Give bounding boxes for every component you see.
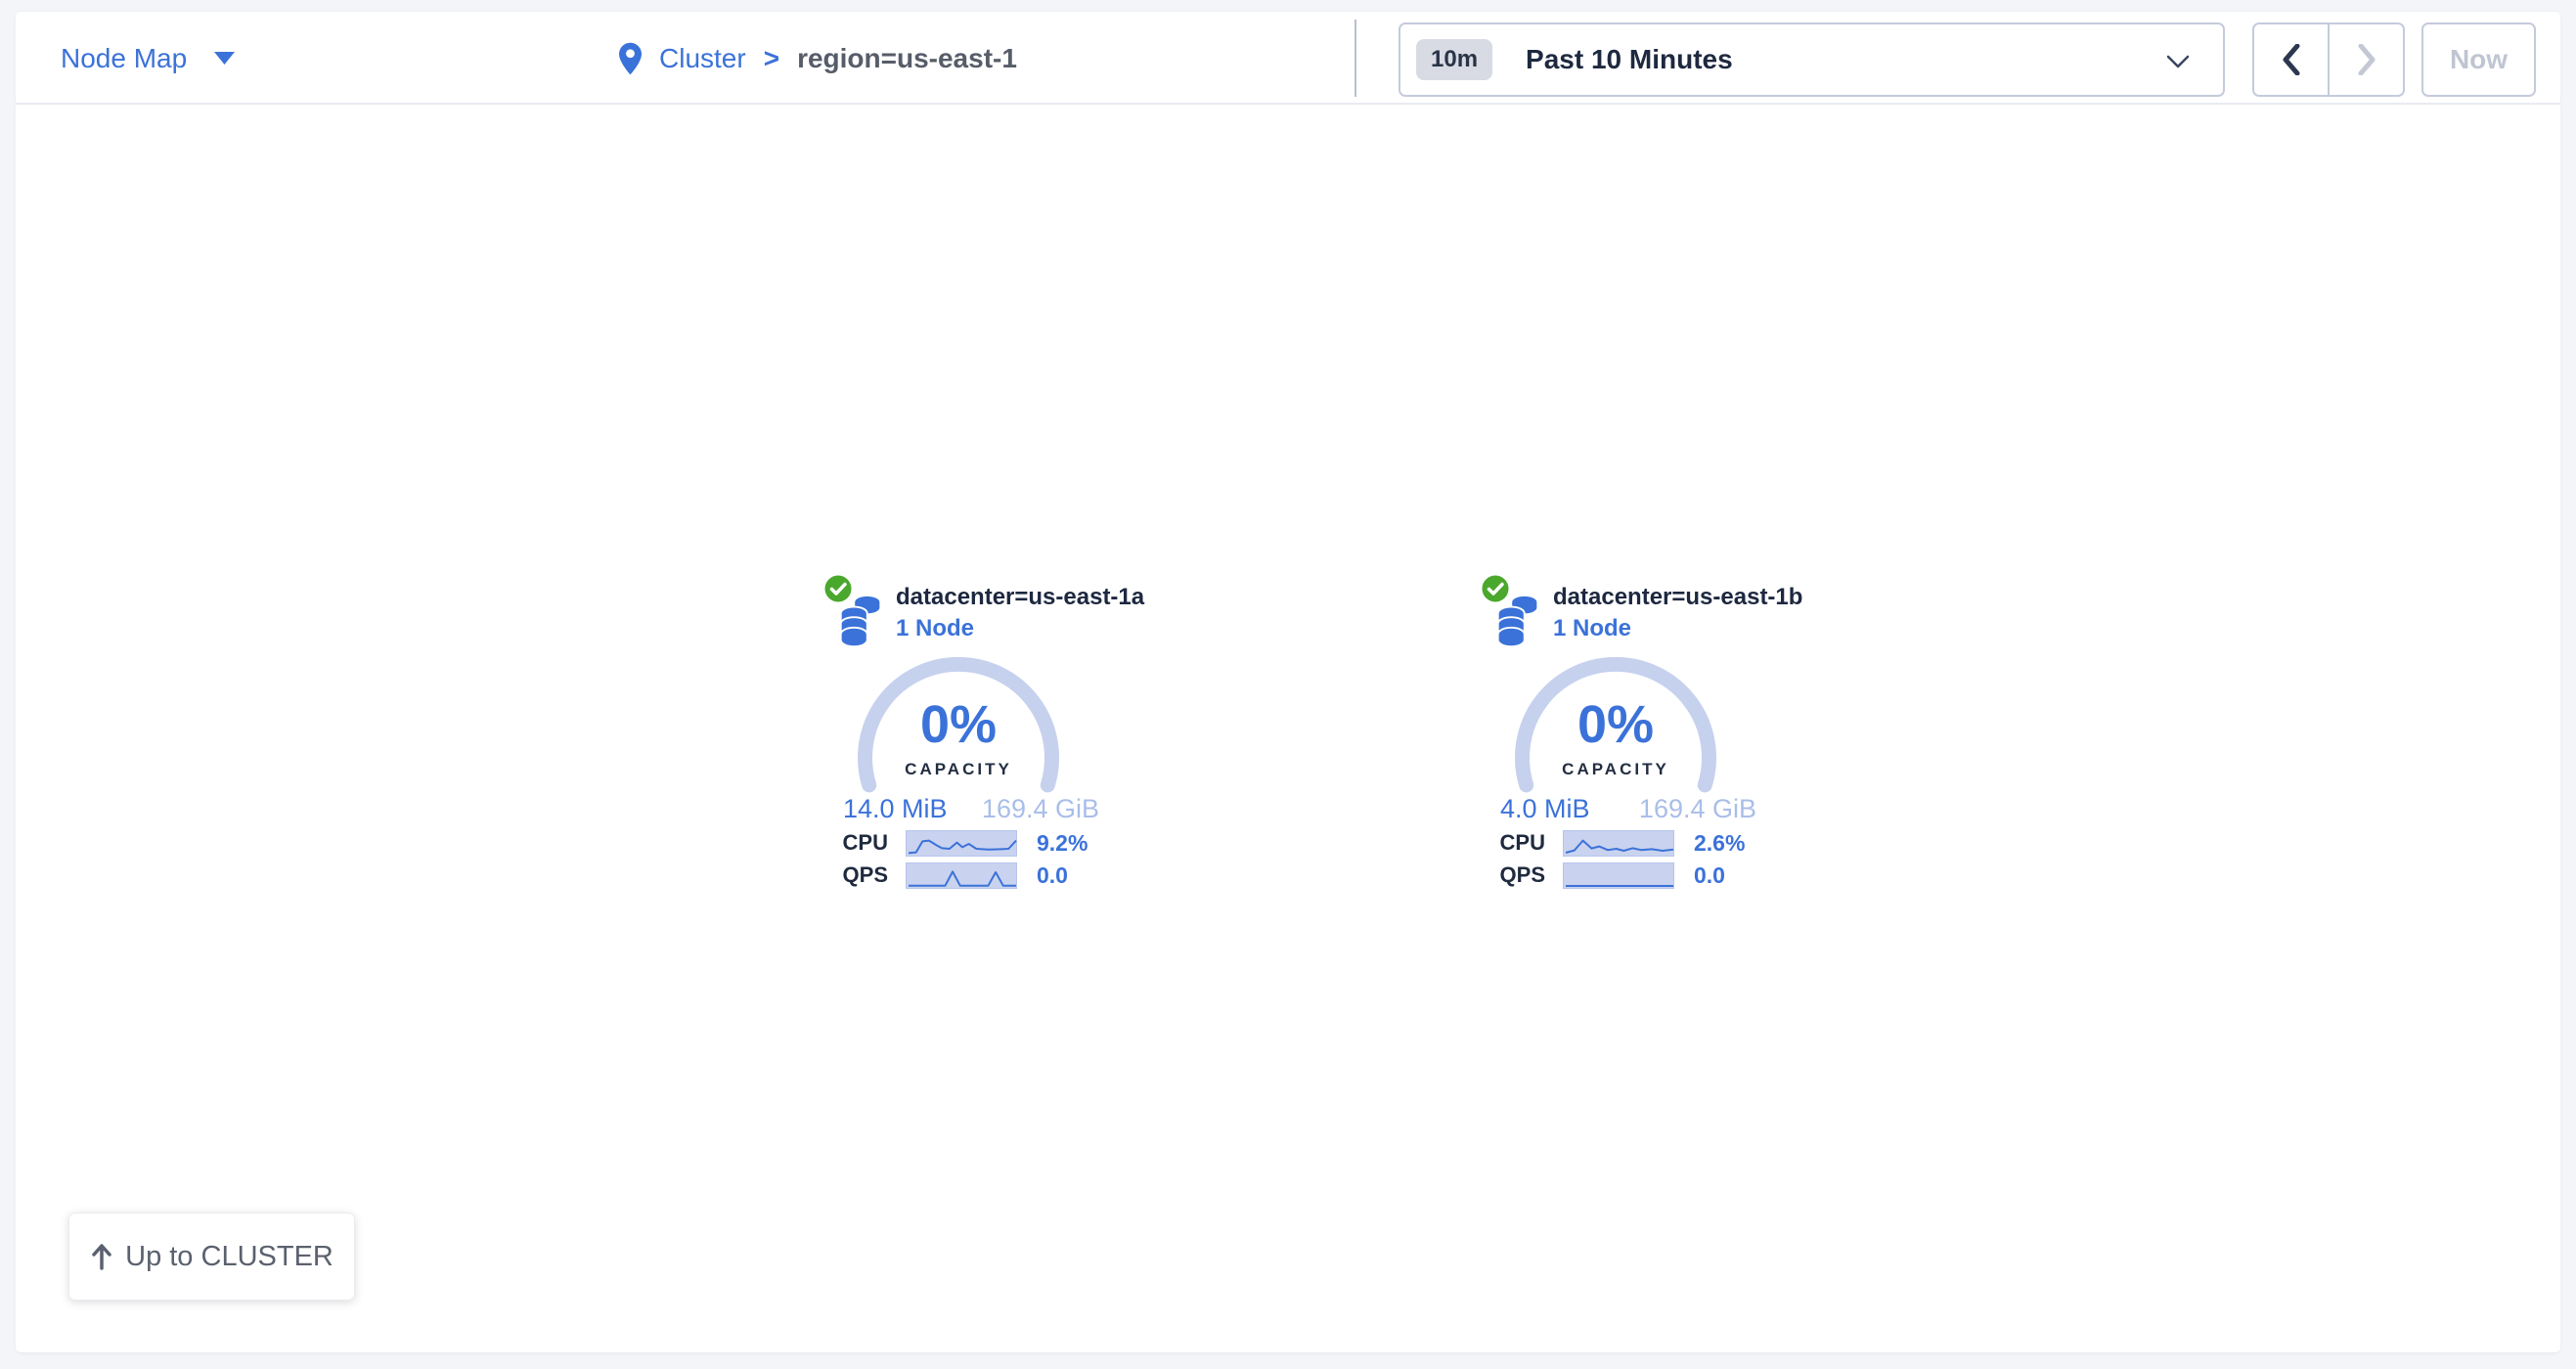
healthy-check-icon [1479,572,1512,605]
locality-title: datacenter=us-east-1b [1553,584,1802,611]
cpu-sparkline [1563,830,1674,857]
datacenter-icon-group [1479,572,1543,652]
qps-label: QPS [825,862,888,888]
caret-down-icon [214,52,235,65]
cpu-metric-row: CPU 9.2% [825,828,1109,858]
healthy-check-icon [822,572,855,605]
node-map-panel: Node Map Cluster > region=us-east-1 10m … [16,12,2560,1352]
breadcrumb-current-region: region=us-east-1 [797,43,1017,74]
locality-title: datacenter=us-east-1a [896,584,1144,611]
capacity-label: CAPACITY [1515,760,1716,779]
capacity-values: 4.0 MiB 169.4 GiB [1500,794,1756,824]
time-step-forward-button[interactable] [2330,24,2403,95]
breadcrumb-cluster-link[interactable]: Cluster [659,43,746,74]
breadcrumb-separator: > [764,43,779,74]
time-step-back-button[interactable] [2254,24,2330,95]
up-to-cluster-label: Up to CLUSTER [125,1241,333,1273]
qps-value: 0.0 [1694,862,1725,889]
location-pin-icon [619,42,642,75]
capacity-used: 14.0 MiB [843,794,948,824]
time-window-label: Past 10 Minutes [1526,44,1733,75]
capacity-used: 4.0 MiB [1500,794,1590,824]
locality-node-count: 1 Node [1553,615,1631,642]
capacity-total: 169.4 GiB [982,794,1099,824]
qps-value: 0.0 [1037,862,1068,889]
qps-label: QPS [1483,862,1545,888]
cpu-value: 9.2% [1037,830,1088,857]
cpu-label: CPU [825,830,888,856]
chevron-left-icon [2282,44,2301,75]
time-step-buttons [2252,22,2405,97]
cpu-metric-row: CPU 2.6% [1483,828,1766,858]
chevron-down-icon [2166,55,2190,68]
header-bar: Node Map Cluster > region=us-east-1 10m … [16,12,2560,105]
cpu-label: CPU [1483,830,1545,856]
capacity-percent: 0% [858,698,1059,751]
datacenter-icon-group [822,572,886,652]
capacity-label: CAPACITY [858,760,1059,779]
view-selector-label: Node Map [61,43,187,74]
locality-card-us-east-1a[interactable]: datacenter=us-east-1a 1 Node 0% CAPACITY… [818,572,1111,905]
now-button[interactable]: Now [2421,22,2536,97]
up-to-cluster-button[interactable]: Up to CLUSTER [68,1213,355,1301]
capacity-values: 14.0 MiB 169.4 GiB [843,794,1099,824]
qps-sparkline [906,862,1017,889]
locality-node-count: 1 Node [896,615,974,642]
cpu-value: 2.6% [1694,830,1745,857]
view-selector-dropdown[interactable]: Node Map [61,12,235,105]
qps-sparkline [1563,862,1674,889]
cpu-sparkline [906,830,1017,857]
header-divider [1355,20,1356,97]
arrow-up-icon [90,1243,113,1270]
chevron-right-icon [2357,44,2376,75]
capacity-percent: 0% [1515,698,1716,751]
qps-metric-row: QPS 0.0 [1483,861,1766,890]
locality-card-us-east-1b[interactable]: datacenter=us-east-1b 1 Node 0% CAPACITY… [1475,572,1768,905]
qps-metric-row: QPS 0.0 [825,861,1109,890]
capacity-total: 169.4 GiB [1639,794,1756,824]
time-window-badge: 10m [1416,39,1492,80]
breadcrumb: Cluster > region=us-east-1 [619,12,1017,105]
time-window-dropdown[interactable]: 10m Past 10 Minutes [1399,22,2225,97]
